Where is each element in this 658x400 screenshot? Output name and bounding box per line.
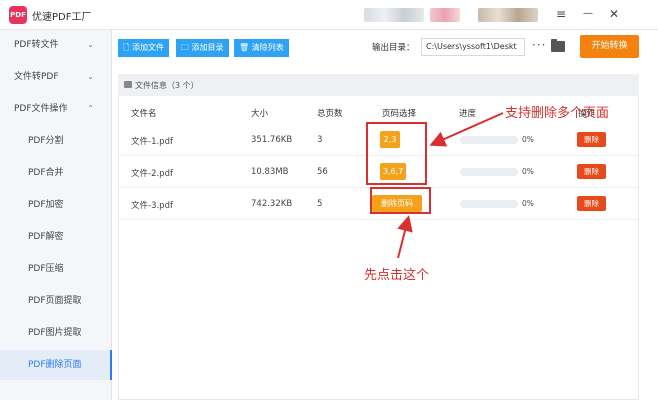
arrow-to-delete-pages — [397, 215, 413, 259]
annotation-arrows — [397, 112, 504, 259]
arrow-to-page-select — [429, 112, 504, 147]
